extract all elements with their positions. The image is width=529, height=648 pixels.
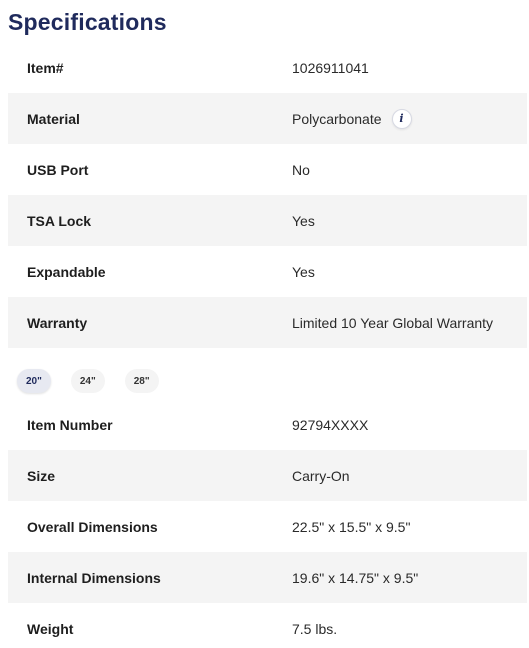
spec-row-item-number: Item Number 92794XXXX: [8, 399, 527, 450]
spec-value: 1026911041: [292, 59, 369, 76]
spec-value: Limited 10 Year Global Warranty: [292, 314, 494, 331]
spec-label: Internal Dimensions: [27, 569, 161, 586]
spec-row-size: Size Carry-On: [8, 450, 527, 501]
spec-row-tsa-lock: TSA Lock Yes: [8, 195, 527, 246]
spec-value: Polycarbonate: [292, 110, 382, 127]
spec-row-item: Item# 1026911041: [8, 42, 527, 93]
spec-value: No: [292, 161, 310, 178]
spec-label: Weight: [27, 620, 74, 637]
spec-label: Expandable: [27, 263, 106, 280]
spec-label: Overall Dimensions: [27, 518, 158, 535]
general-specs-table: Item# 1026911041 Material Polycarbonate …: [8, 42, 527, 348]
spec-label: Item Number: [27, 416, 113, 433]
spec-value-with-info: Polycarbonate i: [292, 108, 412, 129]
spec-row-warranty: Warranty Limited 10 Year Global Warranty: [8, 297, 527, 348]
size-tab-28[interactable]: 28": [124, 369, 159, 393]
spec-label: USB Port: [27, 161, 89, 178]
spec-value: 22.5" x 15.5" x 9.5": [292, 518, 411, 535]
spec-label: Item#: [27, 59, 64, 76]
size-tab-20[interactable]: 20": [17, 369, 51, 393]
spec-value: Yes: [292, 212, 315, 229]
spec-value: Carry-On: [292, 467, 350, 484]
spec-row-usb-port: USB Port No: [8, 144, 527, 195]
spec-row-internal-dimensions: Internal Dimensions 19.6" x 14.75" x 9.5…: [8, 552, 527, 603]
size-tabs: 20" 24" 28": [17, 369, 159, 393]
spec-value: 7.5 lbs.: [292, 620, 338, 637]
spec-row-expandable: Expandable Yes: [8, 246, 527, 297]
spec-row-overall-dimensions: Overall Dimensions 22.5" x 15.5" x 9.5": [8, 501, 527, 552]
spec-label: Size: [27, 467, 56, 484]
spec-value: 19.6" x 14.75" x 9.5": [292, 569, 419, 586]
spec-row-weight: Weight 7.5 lbs.: [8, 603, 527, 648]
spec-row-material: Material Polycarbonate i: [8, 93, 527, 144]
size-tab-24[interactable]: 24": [70, 369, 105, 393]
spec-label: Warranty: [27, 314, 88, 331]
spec-value: 92794XXXX: [292, 416, 369, 433]
spec-value: Yes: [292, 263, 315, 280]
info-icon[interactable]: i: [391, 108, 412, 129]
info-icon-glyph: i: [399, 112, 404, 125]
spec-label: Material: [27, 110, 80, 127]
size-specs-table: Item Number 92794XXXX Size Carry-On Over…: [8, 399, 527, 648]
page-title: Specifications: [8, 9, 167, 35]
spec-label: TSA Lock: [27, 212, 92, 229]
